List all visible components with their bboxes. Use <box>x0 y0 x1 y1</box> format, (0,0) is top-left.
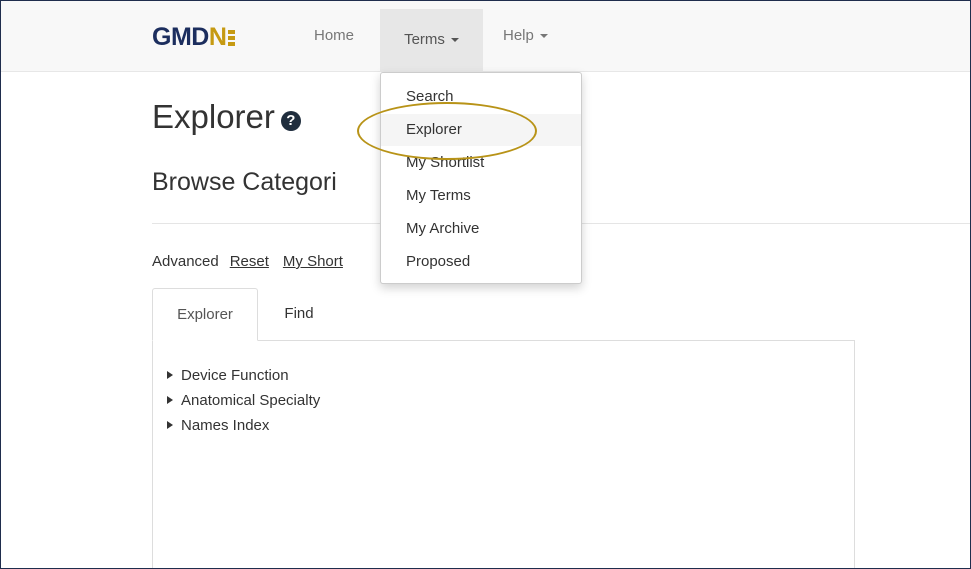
caret-down-icon <box>539 34 548 39</box>
tree-item-names-index[interactable]: Names Index <box>167 413 320 438</box>
nav-terms-dropdown[interactable]: Terms <box>380 9 483 71</box>
logo-text-main: GMD <box>152 23 209 51</box>
menu-item-my-terms[interactable]: My Terms <box>381 180 581 212</box>
logo-text-accent: N <box>208 23 227 51</box>
nav-help-label: Help <box>503 27 534 44</box>
tree-item-label: Names Index <box>181 417 270 434</box>
menu-item-my-archive[interactable]: My Archive <box>381 213 581 245</box>
explorer-panel: Device Function Anatomical Specialty Nam… <box>152 340 855 568</box>
tree-item-device-function[interactable]: Device Function <box>167 363 320 388</box>
my-shortlist-link[interactable]: My Short <box>283 253 343 270</box>
menu-item-search[interactable]: Search <box>381 81 581 113</box>
terms-dropdown-menu: Search Explorer My Shortlist My Terms My… <box>380 72 582 284</box>
subtitle-left: Browse Categori <box>152 168 337 196</box>
menu-item-proposed[interactable]: Proposed <box>381 246 581 278</box>
expand-triangle-icon[interactable] <box>167 396 173 404</box>
tree-item-label: Device Function <box>181 367 289 384</box>
nav-terms-label: Terms <box>404 31 445 48</box>
advanced-link[interactable]: Advanced <box>152 253 219 270</box>
nav-home[interactable]: Home <box>314 1 354 71</box>
logo-mark-icon <box>228 30 236 46</box>
gmdn-logo[interactable]: GMDN <box>152 23 236 51</box>
tree-item-anatomical-specialty[interactable]: Anatomical Specialty <box>167 388 320 413</box>
tab-explorer[interactable]: Explorer <box>152 288 258 341</box>
expand-triangle-icon[interactable] <box>167 371 173 379</box>
page-title-text: Explorer <box>152 98 275 135</box>
nav-home-label: Home <box>314 27 355 44</box>
top-navbar: GMDN Home Terms Help <box>1 1 970 72</box>
action-links: Advanced Reset My Short <box>152 252 357 272</box>
reset-link[interactable]: Reset <box>230 253 269 270</box>
question-circle-icon[interactable]: ? <box>280 111 301 131</box>
expand-triangle-icon[interactable] <box>167 421 173 429</box>
menu-item-my-shortlist[interactable]: My Shortlist <box>381 147 581 179</box>
menu-item-explorer[interactable]: Explorer <box>381 114 581 146</box>
nav-help-dropdown[interactable]: Help <box>503 1 548 71</box>
caret-down-icon <box>450 38 459 43</box>
app-window: GMDN Home Terms Help Explorer? Browse Ca… <box>0 0 971 569</box>
category-tree: Device Function Anatomical Specialty Nam… <box>167 363 320 438</box>
tab-find[interactable]: Find <box>265 288 333 339</box>
page-title: Explorer? <box>152 97 301 137</box>
tree-item-label: Anatomical Specialty <box>181 392 321 409</box>
